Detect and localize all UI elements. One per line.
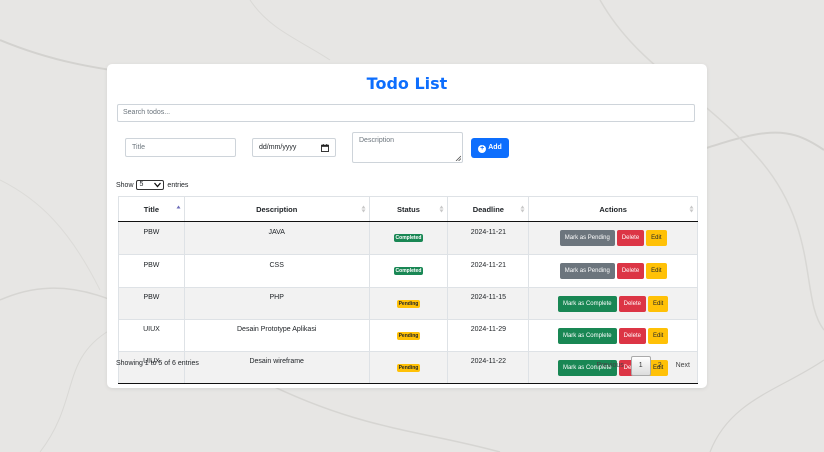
todo-card: Todo List Search todos... Title dd/mm/yy… [107,64,707,388]
deadline-date-input[interactable]: dd/mm/yyyy [252,138,336,157]
cell-actions: Mark as Pending Delete Edit [528,254,698,288]
table-header-row: Title Description Status Deadline Action… [118,196,698,222]
mark-complete-button[interactable]: Mark as Complete [557,327,617,344]
edit-button[interactable]: Edit [646,263,667,279]
add-todo-button[interactable]: + Add [471,138,509,158]
cell-deadline: 2024-11-22 [447,351,530,384]
cell-deadline: 2024-11-29 [447,319,530,352]
resize-grip-icon[interactable] [455,155,461,161]
cell-actions: Mark as Pending Delete Edit [528,221,698,255]
delete-button[interactable]: Delete [616,230,645,246]
cell-description: Desain Prototype Aplikasi [183,319,370,352]
mark-pending-button[interactable]: Mark as Pending [559,263,615,279]
table-row: PBW JAVA Completed 2024-11-21 Mark as Pe… [118,221,698,255]
cell-description: JAVA [183,221,370,255]
column-header-status[interactable]: Status [368,196,449,222]
date-placeholder: dd/mm/yyyy [259,144,297,151]
cell-actions: Mark as CompleteDeleteEdit [528,287,698,320]
entries-label: entries [167,181,189,189]
entries-select[interactable]: 5 [136,180,165,190]
cell-title: UIUX [118,351,185,384]
cell-status: Pending [368,287,449,320]
status-badge: Pending [396,363,421,372]
title-input[interactable]: Title [125,138,236,157]
cell-status: Completed [368,254,449,288]
show-label: Show [116,181,134,189]
cell-title: PBW [118,287,185,320]
delete-button[interactable]: Delete [618,327,646,344]
sort-icon [689,205,694,213]
mark-complete-button[interactable]: Mark as Complete [557,295,617,312]
cell-title: PBW [118,254,185,288]
cell-status: Completed [368,221,449,255]
column-header-actions[interactable]: Actions [528,196,698,222]
cell-deadline: 2024-11-21 [447,254,530,288]
entries-length-control: Show 5 entries [116,180,188,191]
page-title: Todo List [366,74,448,93]
plus-circle-icon: + [478,145,487,153]
cell-title: UIUX [118,319,185,352]
edit-button[interactable]: Edit [646,230,667,246]
pagination-next[interactable]: Next [669,356,697,376]
column-header-title[interactable]: Title [118,196,185,222]
cell-description: Desain wireframe [183,351,370,384]
column-header-description[interactable]: Description [183,196,370,222]
pagination-previous[interactable]: Previous [590,356,631,376]
cell-deadline: 2024-11-21 [447,221,530,255]
table-row: PBW PHP Pending 2024-11-15 Mark as Compl… [118,287,698,320]
delete-button[interactable]: Delete [618,295,646,312]
entries-select-value: 5 [139,181,144,188]
status-badge: Pending [396,299,421,308]
edit-button[interactable]: Edit [647,327,669,344]
add-button-label: Add [488,144,502,151]
sort-ascending-icon [176,205,181,209]
calendar-icon[interactable] [321,144,329,152]
edit-button[interactable]: Edit [647,295,669,312]
table-row: UIUX Desain Prototype Aplikasi Pending 2… [118,319,698,352]
status-badge: Completed [393,267,424,275]
cell-actions: Mark as CompleteDeleteEdit [528,319,698,352]
cell-title: PBW [118,221,185,255]
table-info: Showing 1 to 5 of 6 entries [116,360,199,367]
sort-icon [520,205,525,213]
status-badge: Completed [393,234,424,242]
description-placeholder: Description [359,137,395,144]
pagination: Previous 1 2 Next [590,356,697,376]
search-input[interactable]: Search todos... [117,104,695,122]
mark-pending-button[interactable]: Mark as Pending [559,230,615,246]
cell-description: PHP [183,287,370,320]
pagination-page-2[interactable]: 2 [651,356,669,376]
cell-status: Pending [368,319,449,352]
status-badge: Pending [396,331,421,340]
table-row: PBW CSS Completed 2024-11-21 Mark as Pen… [118,254,698,288]
cell-deadline: 2024-11-15 [447,287,530,320]
delete-button[interactable]: Delete [616,263,645,279]
chevron-down-icon [154,182,162,188]
pagination-page-1[interactable]: 1 [630,356,651,376]
sort-icon [361,205,366,213]
cell-status: Pending [368,351,449,384]
cell-description: CSS [183,254,370,288]
description-textarea[interactable]: Description [352,132,463,163]
sort-icon [439,205,444,213]
column-header-deadline[interactable]: Deadline [447,196,530,222]
